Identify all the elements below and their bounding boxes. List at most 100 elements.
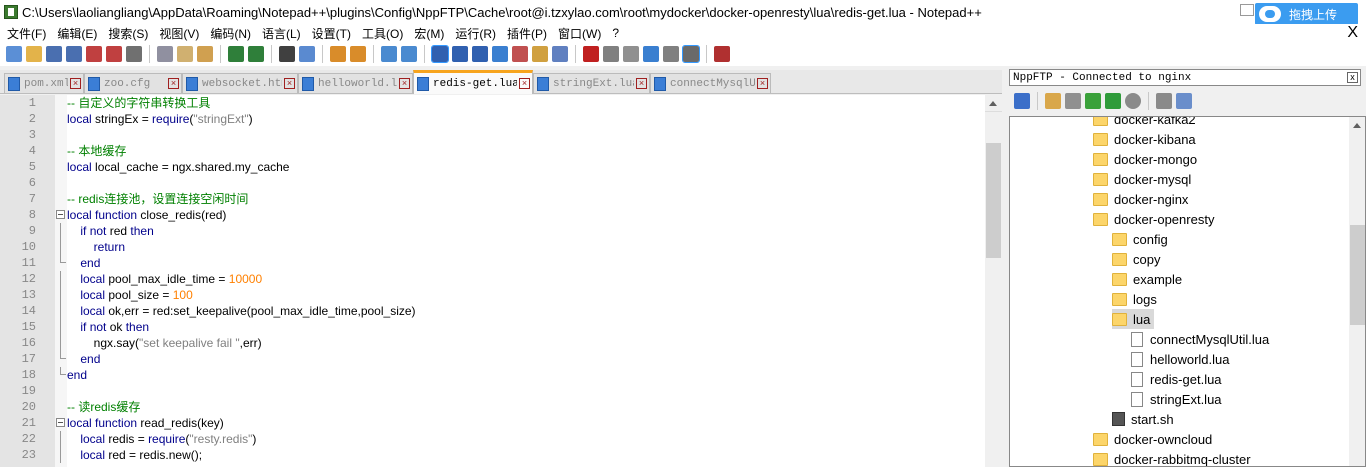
- open-directory-icon[interactable]: [1045, 93, 1061, 109]
- menu-help[interactable]: ?: [608, 26, 623, 40]
- code-line[interactable]: 9 if not red then: [0, 223, 985, 239]
- code-line[interactable]: 6: [0, 175, 985, 191]
- copy-icon[interactable]: [177, 46, 193, 62]
- stop-record-icon[interactable]: [603, 46, 619, 62]
- tab-close-icon[interactable]: ×: [636, 78, 647, 89]
- code-line[interactable]: 14 local ok,err = red:set_keepalive(pool…: [0, 303, 985, 319]
- scrollbar-thumb[interactable]: [986, 143, 1001, 258]
- word-wrap-icon[interactable]: [431, 45, 449, 63]
- code-line[interactable]: 5 local local_cache = ngx.shared.my_cache: [0, 159, 985, 175]
- doc-map-icon[interactable]: [492, 46, 508, 62]
- undo-icon[interactable]: [228, 46, 244, 62]
- abort-icon[interactable]: [1125, 93, 1141, 109]
- menu-file[interactable]: 文件(F): [3, 25, 50, 42]
- menu-view[interactable]: 视图(V): [155, 25, 203, 42]
- menu-settings[interactable]: 设置(T): [308, 25, 355, 42]
- code-line[interactable]: 20 -- 读redis缓存: [0, 399, 985, 415]
- tree-folder[interactable]: docker-mysql: [1093, 169, 1191, 189]
- tree-folder[interactable]: docker-owncloud: [1093, 429, 1212, 449]
- fold-toggle-icon[interactable]: [55, 415, 67, 431]
- tab-redis-get-lua[interactable]: redis-get.lua ×: [413, 70, 533, 94]
- code-line[interactable]: 18 end: [0, 367, 985, 383]
- minimize-button[interactable]: [1240, 4, 1254, 16]
- code-line[interactable]: 3: [0, 127, 985, 143]
- paste-icon[interactable]: [197, 46, 213, 62]
- spellcheck-icon[interactable]: [714, 46, 730, 62]
- tree-file[interactable]: stringExt.lua: [1131, 389, 1222, 409]
- tree-folder[interactable]: docker-kafka2: [1093, 117, 1196, 129]
- replace-icon[interactable]: [299, 46, 315, 62]
- code-line[interactable]: 8 local function close_redis(red): [0, 207, 985, 223]
- tree-vertical-scrollbar[interactable]: [1349, 117, 1365, 466]
- show-all-chars-icon[interactable]: [452, 46, 468, 62]
- message-window-icon[interactable]: [1176, 93, 1192, 109]
- editor-pane[interactable]: 1 -- 自定义的字符串转换工具 2 local stringEx = require…: [0, 95, 1002, 467]
- code-line[interactable]: 4 -- 本地缓存: [0, 143, 985, 159]
- tab-pom-xml[interactable]: pom.xml ×: [4, 73, 84, 93]
- tree-scroll-up-icon[interactable]: [1353, 123, 1361, 128]
- cut-icon[interactable]: [157, 46, 173, 62]
- menu-macro[interactable]: 宏(M): [410, 25, 448, 42]
- tree-folder[interactable]: docker-nginx: [1093, 189, 1188, 209]
- close-icon[interactable]: [86, 46, 102, 62]
- new-file-icon[interactable]: [6, 46, 22, 62]
- code-line[interactable]: 10 return: [0, 239, 985, 255]
- code-line[interactable]: 2 local stringEx = require("stringExt"): [0, 111, 985, 127]
- menu-plugins[interactable]: 插件(P): [503, 25, 551, 42]
- code-line[interactable]: 11 end: [0, 255, 985, 271]
- code-line[interactable]: 7 -- redis连接池，设置连接空闲时间: [0, 191, 985, 207]
- menu-edit[interactable]: 编辑(E): [53, 25, 101, 42]
- tab-connectmysqlutil[interactable]: connectMysqlUtil×: [650, 73, 771, 93]
- nppftp-close-button[interactable]: x: [1347, 72, 1358, 83]
- upload-button[interactable]: 拖拽上传: [1255, 3, 1358, 25]
- tree-folder[interactable]: config: [1112, 229, 1168, 249]
- connect-icon[interactable]: [1014, 93, 1030, 109]
- close-document-button[interactable]: X: [1347, 24, 1358, 42]
- code-line[interactable]: 19: [0, 383, 985, 399]
- find-icon[interactable]: [279, 46, 295, 62]
- save-macro-icon[interactable]: [663, 46, 679, 62]
- tab-close-icon[interactable]: ×: [284, 78, 295, 89]
- save-icon[interactable]: [46, 46, 62, 62]
- code-line[interactable]: 16 ngx.say("set keepalive fail ",err): [0, 335, 985, 351]
- refresh-icon[interactable]: [1105, 93, 1121, 109]
- save-all-icon[interactable]: [66, 46, 82, 62]
- function-list-icon[interactable]: [512, 46, 528, 62]
- menu-run[interactable]: 运行(R): [451, 25, 500, 42]
- tree-folder[interactable]: copy: [1112, 249, 1160, 269]
- tree-folder[interactable]: docker-rabbitmq-cluster: [1093, 449, 1251, 466]
- zoom-in-icon[interactable]: [330, 46, 346, 62]
- tree-folder[interactable]: lua: [1112, 309, 1155, 329]
- menu-encoding[interactable]: 编码(N): [206, 25, 255, 42]
- tree-folder[interactable]: docker-kibana: [1093, 129, 1196, 149]
- tab-close-icon[interactable]: ×: [519, 78, 530, 89]
- tree-folder[interactable]: example: [1112, 269, 1182, 289]
- menu-window[interactable]: 窗口(W): [554, 25, 605, 42]
- code-line[interactable]: 15 if not ok then: [0, 319, 985, 335]
- tree-file[interactable]: helloworld.lua: [1131, 349, 1230, 369]
- tab-close-icon[interactable]: ×: [757, 78, 768, 89]
- tree-folder[interactable]: docker-mongo: [1093, 149, 1197, 169]
- tree-folder[interactable]: docker-openresty: [1093, 209, 1214, 229]
- code-line[interactable]: 12 local pool_max_idle_time = 10000: [0, 271, 985, 287]
- code-line[interactable]: 21 local function read_redis(key): [0, 415, 985, 431]
- editor-vertical-scrollbar[interactable]: [985, 95, 1002, 467]
- tab-close-icon[interactable]: ×: [70, 78, 81, 89]
- close-all-icon[interactable]: [106, 46, 122, 62]
- download-icon[interactable]: [1065, 93, 1081, 109]
- tree-file[interactable]: connectMysqlUtil.lua: [1131, 329, 1269, 349]
- tab-helloworld-lua[interactable]: helloworld.lua×: [298, 73, 413, 93]
- tab-stringext-lua[interactable]: stringExt.lua ×: [533, 73, 650, 93]
- record-macro-icon[interactable]: [583, 46, 599, 62]
- tree-file[interactable]: redis-get.lua: [1131, 369, 1222, 389]
- sync-horizontal-icon[interactable]: [401, 46, 417, 62]
- code-line[interactable]: 22 local redis = require("resty.redis"): [0, 431, 985, 447]
- zoom-out-icon[interactable]: [350, 46, 366, 62]
- run-macro-multiple-icon[interactable]: [643, 46, 659, 62]
- upload-icon[interactable]: [1085, 93, 1101, 109]
- nppftp-icon[interactable]: [682, 45, 700, 63]
- code-area[interactable]: 1 -- 自定义的字符串转换工具 2 local stringEx = require…: [0, 95, 985, 467]
- folder-workspace-icon[interactable]: [532, 46, 548, 62]
- fold-toggle-icon[interactable]: [55, 207, 67, 223]
- print-icon[interactable]: [126, 46, 142, 62]
